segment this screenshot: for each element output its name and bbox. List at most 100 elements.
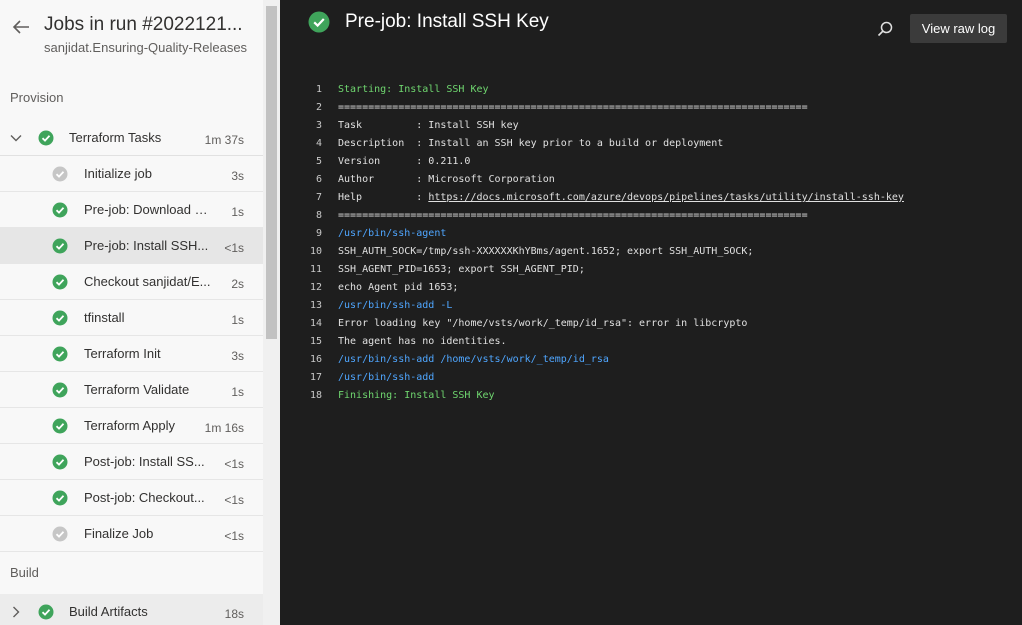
sidebar-scrollbar[interactable] <box>263 0 280 625</box>
scrollbar-thumb[interactable] <box>266 6 277 339</box>
job-label: Terraform Validate <box>84 382 190 397</box>
log-line-text: /usr/bin/ssh-add -L <box>338 297 452 315</box>
log-line-number: 18 <box>309 390 322 401</box>
log-line-text: echo Agent pid 1653; <box>338 279 458 297</box>
success-check-icon <box>52 454 68 470</box>
job-label: Post-job: Install SS... <box>84 454 205 469</box>
log-line: 10 SSH_AUTH_SOCK=/tmp/ssh-XXXXXXKhYBms/ag… <box>280 243 1022 261</box>
job-postjob-checkout[interactable]: Post-job: Checkout... <1s <box>0 480 263 516</box>
section-title-build: Build <box>10 565 39 580</box>
job-prejob-install-ssh[interactable]: Pre-job: Install SSH... <1s <box>0 228 263 264</box>
arrow-left-icon[interactable] <box>11 17 31 37</box>
sidebar-header: Jobs in run #2022121... sanjidat.Ensurin… <box>0 0 263 66</box>
success-check-icon <box>38 130 54 146</box>
job-duration: <1s <box>224 529 244 543</box>
log-text-content: /usr/bin/ssh-add <box>338 372 435 383</box>
job-duration: <1s <box>224 493 244 507</box>
log-text-content: Version : 0.211.0 <box>338 156 471 167</box>
job-terraform-validate[interactable]: Terraform Validate 1s <box>0 372 263 408</box>
log-line-text: Finishing: Install SSH Key <box>338 387 495 405</box>
stage-duration: 1m 37s <box>204 133 244 147</box>
log-line-number: 1 <box>315 84 322 95</box>
log-line-number: 8 <box>315 210 322 221</box>
chevron-down-icon[interactable] <box>9 131 23 145</box>
log-line-number: 4 <box>315 138 322 149</box>
log-text-content: SSH_AGENT_PID=1653; export SSH_AGENT_PID… <box>338 264 585 275</box>
log-text-content: ========================================… <box>338 102 808 113</box>
log-line-text: Description : Install an SSH key prior t… <box>338 135 723 153</box>
stage-label: Terraform Tasks <box>69 130 162 145</box>
job-duration: 1s <box>231 205 244 219</box>
log-line-number: 6 <box>315 174 322 185</box>
chevron-right-icon[interactable] <box>9 605 23 619</box>
stage-build-artifacts[interactable]: Build Artifacts 18s <box>0 594 263 625</box>
log-text-content: /usr/bin/ssh-add -L <box>338 300 453 311</box>
log-title: Pre-job: Install SSH Key <box>345 11 549 32</box>
log-line-number: 11 <box>309 264 322 275</box>
stage-duration: 18s <box>224 607 244 621</box>
success-check-icon <box>52 238 68 254</box>
view-raw-log-button[interactable]: View raw log <box>910 14 1007 43</box>
log-line-number: 10 <box>309 246 322 257</box>
log-line: 3 Task : Install SSH key <box>280 117 1022 135</box>
log-line: 9/usr/bin/ssh-agent <box>280 225 1022 243</box>
job-initialize-job[interactable]: Initialize job 3s <box>0 156 263 192</box>
log-line-number: 7 <box>315 192 322 203</box>
skipped-check-icon <box>52 166 68 182</box>
log-output: 1 Starting: Install SSH Key 2 =============… <box>280 81 1022 405</box>
log-line-number: 3 <box>315 120 322 131</box>
log-line-text: Error loading key "/home/vsts/work/_temp… <box>338 315 747 333</box>
log-text-content: Finishing: Install SSH Key <box>338 390 495 401</box>
job-finalize-job[interactable]: Finalize Job <1s <box>0 516 263 552</box>
log-line: 6 Author : Microsoft Corporation <box>280 171 1022 189</box>
job-postjob-install-ssh[interactable]: Post-job: Install SS... <1s <box>0 444 263 480</box>
job-terraform-apply[interactable]: Terraform Apply 1m 16s <box>0 408 263 444</box>
skipped-check-icon <box>52 526 68 542</box>
success-check-icon <box>52 346 68 362</box>
job-checkout[interactable]: Checkout sanjidat/E... 2s <box>0 264 263 300</box>
log-line-text: The agent has no identities. <box>338 333 507 351</box>
log-line: 12 echo Agent pid 1653; <box>280 279 1022 297</box>
job-duration: 1m 16s <box>204 421 244 435</box>
search-icon[interactable] <box>876 20 894 38</box>
job-label: Checkout sanjidat/E... <box>84 274 211 289</box>
log-text-content: Description : Install an SSH key prior t… <box>338 138 724 149</box>
job-label: Terraform Apply <box>84 418 176 433</box>
stage-terraform-tasks[interactable]: Terraform Tasks 1m 37s <box>0 120 263 156</box>
log-line: 5 Version : 0.211.0 <box>280 153 1022 171</box>
log-line-text: Starting: Install SSH Key <box>338 81 489 99</box>
log-line-text: ========================================… <box>338 207 808 225</box>
log-line-text: Author : Microsoft Corporation <box>338 171 555 189</box>
log-line-text: /usr/bin/ssh-add <box>338 369 434 387</box>
job-tfinstall[interactable]: tfinstall 1s <box>0 300 263 336</box>
log-line-text: /usr/bin/ssh-agent <box>338 225 446 243</box>
log-text-content: echo Agent pid 1653; <box>338 282 459 293</box>
log-text-content: Starting: Install SSH Key <box>338 84 489 95</box>
help-link[interactable]: https://docs.microsoft.com/azure/devops/… <box>428 192 904 203</box>
log-text-content: Author : Microsoft Corporation <box>338 174 555 185</box>
job-duration: 2s <box>231 277 244 291</box>
log-line: 14 Error loading key "/home/vsts/work/_te… <box>280 315 1022 333</box>
jobs-sidebar: Jobs in run #2022121... sanjidat.Ensurin… <box>0 0 263 625</box>
log-line-text: /usr/bin/ssh-add /home/vsts/work/_temp/i… <box>338 351 609 369</box>
job-terraform-init[interactable]: Terraform Init 3s <box>0 336 263 372</box>
log-text-content: /usr/bin/ssh-add /home/vsts/work/_temp/i… <box>338 354 609 365</box>
run-title: Jobs in run #2022121... <box>44 14 243 35</box>
log-text-content: The agent has no identities. <box>338 336 507 347</box>
log-text-content: Help : <box>338 192 429 203</box>
success-check-icon <box>52 274 68 290</box>
job-duration: <1s <box>224 241 244 255</box>
success-check-icon <box>52 310 68 326</box>
log-line: 4 Description : Install an SSH key prior … <box>280 135 1022 153</box>
log-text-content: Task : Install SSH key <box>338 120 519 131</box>
log-line-number: 16 <box>309 354 322 365</box>
success-check-icon <box>308 11 330 33</box>
log-text-content: Error loading key "/home/vsts/work/_temp… <box>338 318 748 329</box>
log-line: 17/usr/bin/ssh-add <box>280 369 1022 387</box>
success-check-icon <box>52 490 68 506</box>
log-line: 13/usr/bin/ssh-add -L <box>280 297 1022 315</box>
success-check-icon <box>52 382 68 398</box>
log-line-text: Help : https://docs.microsoft.com/azure/… <box>338 189 904 207</box>
job-prejob-download[interactable]: Pre-job: Download a... 1s <box>0 192 263 228</box>
log-line: 7 Help : https://docs.microsoft.com/azure… <box>280 189 1022 207</box>
